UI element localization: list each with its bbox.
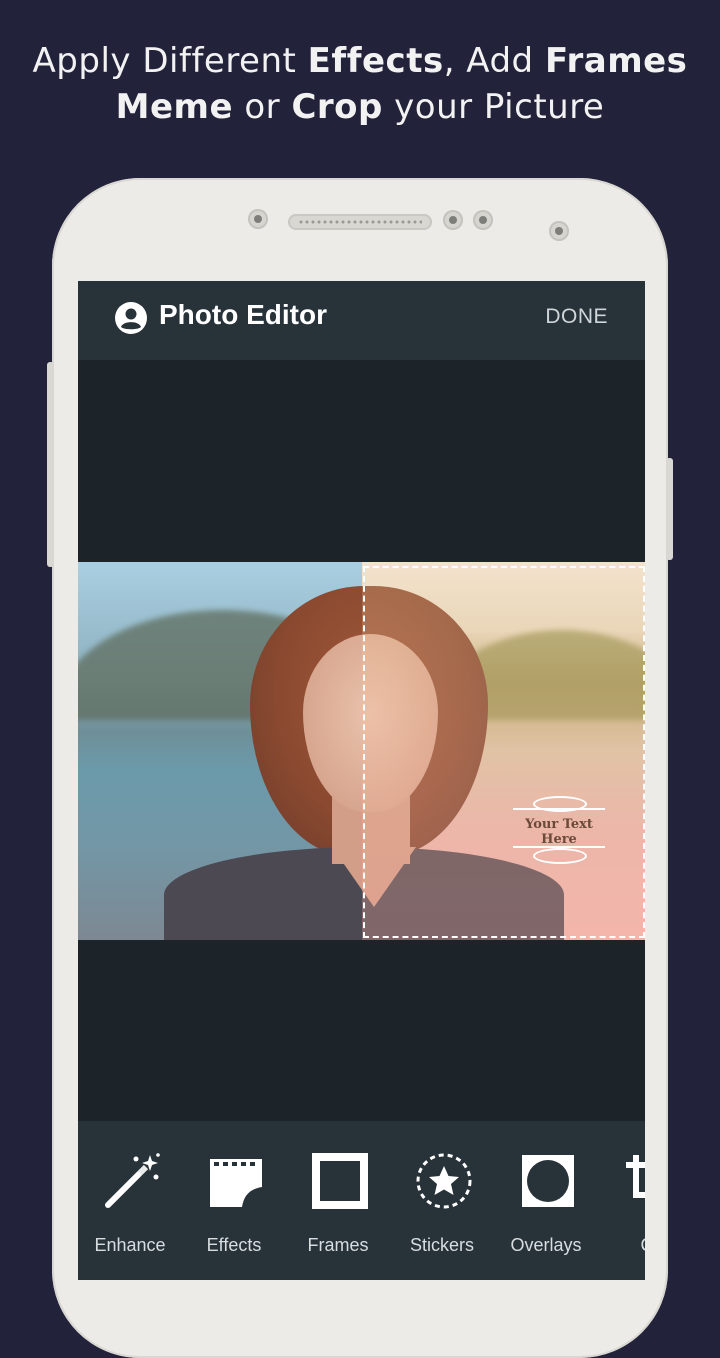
tool-overlays[interactable]: Overlays <box>494 1121 598 1280</box>
meme-text: Your Text Here <box>525 817 593 847</box>
phone-screen: Photo Editor DONE Your Text Here Enhance… <box>78 281 645 1280</box>
phone-speaker <box>288 214 432 230</box>
overlay-icon <box>522 1155 574 1207</box>
tool-stickers[interactable]: Stickers <box>390 1121 494 1280</box>
app-title: Photo Editor <box>159 299 327 330</box>
tool-enhance[interactable]: Enhance <box>78 1121 182 1280</box>
tool-frames[interactable]: Frames <box>286 1121 390 1280</box>
tool-crop[interactable]: Cr <box>598 1121 645 1280</box>
proximity-sensor-icon <box>443 210 463 230</box>
crop-icon <box>626 1155 645 1198</box>
front-sensor-icon <box>248 209 268 229</box>
editor-toolbar: Enhance Effects Frames Stickers Overlays <box>78 1121 645 1280</box>
crop-selection-box[interactable] <box>363 566 645 938</box>
promo-headline: Apply Different Effects, Add Frames Meme… <box>0 38 720 130</box>
app-bar: Photo Editor DONE <box>78 281 645 360</box>
tool-crop-label: Cr <box>588 1235 646 1256</box>
star-sticker-icon <box>416 1153 472 1209</box>
film-effect-icon <box>210 1159 262 1207</box>
done-button[interactable]: DONE <box>545 305 608 329</box>
headline-line-2: Meme or Crop your Picture <box>115 87 605 127</box>
headline-line-1: Apply Different Effects, Add Frames <box>32 41 688 81</box>
light-sensor-icon <box>473 210 493 230</box>
meme-text-sticker[interactable]: Your Text Here <box>513 796 605 864</box>
front-camera-icon <box>549 221 569 241</box>
meme-line-top <box>513 808 605 810</box>
magic-wand-icon <box>105 1153 160 1208</box>
photo-canvas[interactable]: Your Text Here <box>78 562 645 940</box>
frame-icon <box>312 1153 368 1209</box>
meme-ornament-bottom <box>533 848 587 864</box>
tool-effects[interactable]: Effects <box>182 1121 286 1280</box>
profile-icon[interactable] <box>114 301 148 335</box>
